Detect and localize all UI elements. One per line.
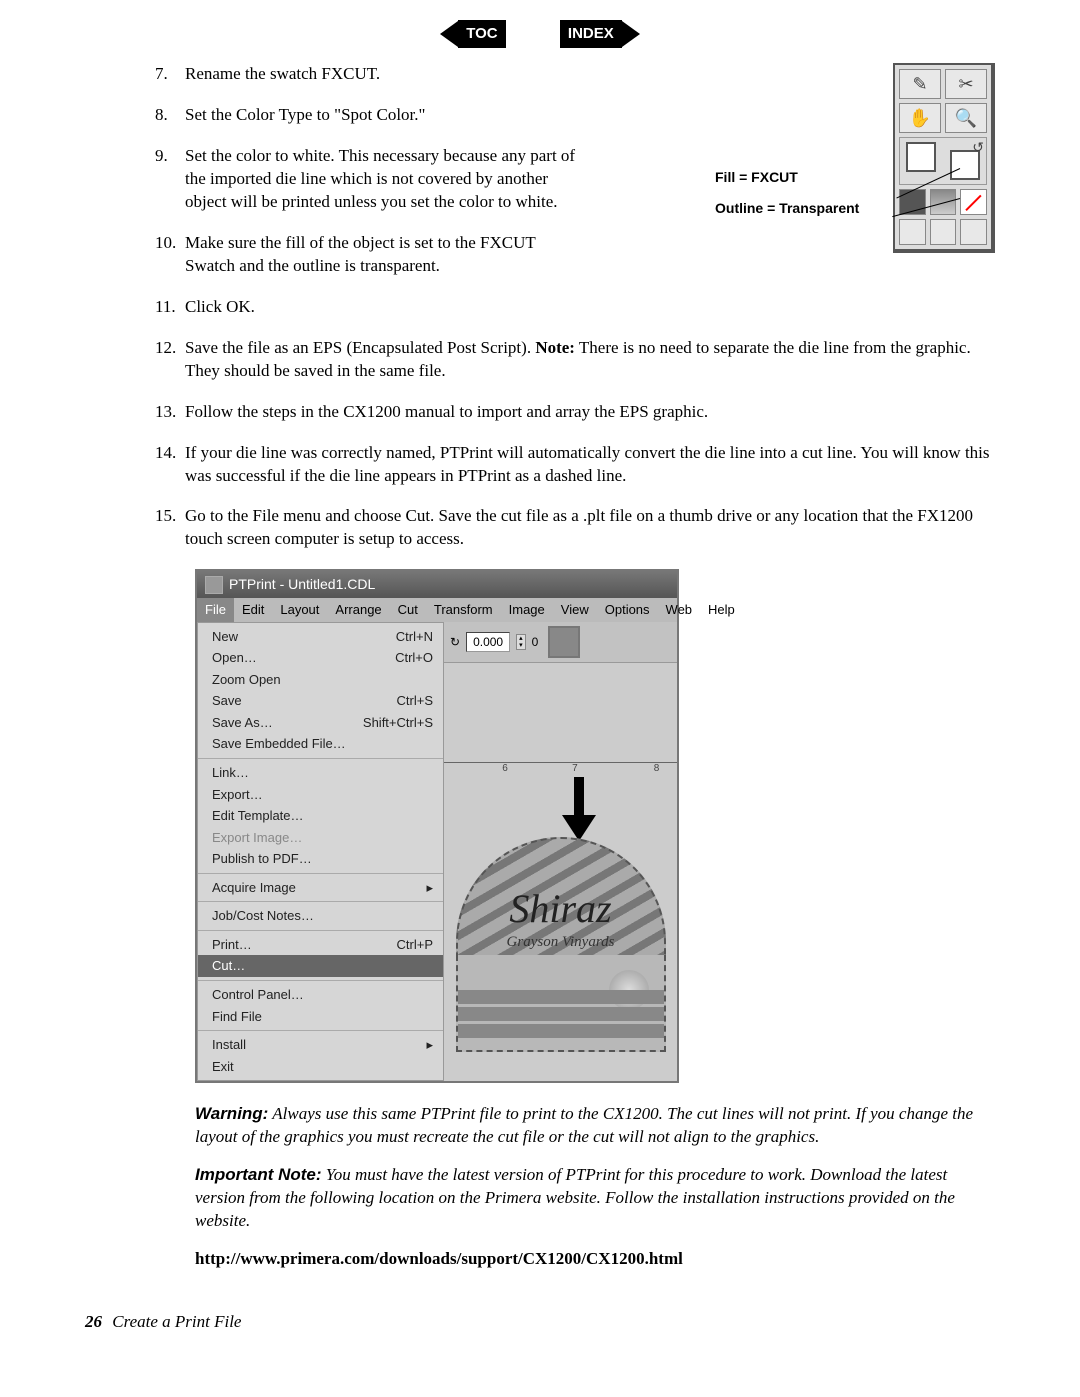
titlebar: PTPrint - Untitled1.CDL [197,571,677,598]
menu-item-open[interactable]: Open…Ctrl+O [198,647,443,669]
hand-icon: ✋ [899,103,941,133]
step-number: 10. [155,232,185,255]
step-number: 15. [155,505,185,528]
zero-label: 0 [532,634,539,650]
menu-options[interactable]: Options [597,598,658,622]
rotate-field[interactable]: 0.000 [466,632,510,652]
menu-item-acquire-image[interactable]: Acquire Image▸ [198,877,443,899]
menu-arrange[interactable]: Arrange [327,598,389,622]
menu-item-cut[interactable]: Cut… [198,955,443,977]
step-8: 8. Set the Color Type to "Spot Color." [155,104,710,127]
menu-image[interactable]: Image [501,598,553,622]
step-number: 7. [155,63,185,86]
menu-item-new[interactable]: NewCtrl+N [198,626,443,648]
step-14: 14. If your die line was correctly named… [155,442,995,488]
step-number: 11. [155,296,185,319]
step-text: Make sure the fill of the object is set … [185,232,585,278]
page-number: 26 [85,1312,102,1331]
top-nav: TOC INDEX [85,20,995,48]
warning-note: Warning: Always use this same PTPrint fi… [195,1103,995,1149]
ruler: 6 7 8 [444,762,677,777]
step-text: If your die line was correctly named, PT… [185,442,995,488]
menu-item-job-cost[interactable]: Job/Cost Notes… [198,905,443,927]
step-text: Follow the steps in the CX1200 manual to… [185,401,995,424]
download-url: http://www.primera.com/downloads/support… [195,1248,995,1271]
toc-button[interactable]: TOC [458,20,505,48]
mode-icon [899,219,926,245]
step-text: Set the Color Type to "Spot Color." [185,104,710,127]
none-icon [960,189,987,215]
menu-item-link[interactable]: Link… [198,762,443,784]
menu-item-edit-template[interactable]: Edit Template… [198,805,443,827]
step-number: 12. [155,337,185,360]
rotate-icon: ↻ [450,634,460,650]
ptprint-screenshot: PTPrint - Untitled1.CDL File Edit Layout… [195,569,679,1083]
menu-layout[interactable]: Layout [272,598,327,622]
menu-help[interactable]: Help [700,598,743,622]
menu-item-export[interactable]: Export… [198,784,443,806]
fill-outline-swatch: ↺ [899,137,987,185]
window-title: PTPrint - Untitled1.CDL [229,575,375,594]
menu-cut[interactable]: Cut [390,598,426,622]
step-number: 8. [155,104,185,127]
scissors-icon: ✂ [945,69,987,99]
label-subtitle: Grayson Vinyards [456,932,666,952]
arrow-indicator [564,777,594,842]
property-bar: ↻ 0.000 ▴▾ 0 [444,622,677,663]
step-text: Save the file as an EPS (Encapsulated Po… [185,337,995,383]
step-10: 10. Make sure the fill of the object is … [155,232,710,278]
zoom-icon: 🔍 [945,103,987,133]
step-12: 12. Save the file as an EPS (Encapsulate… [155,337,995,383]
outline-label: Outline = Transparent [715,199,895,218]
step-text: Set the color to white. This necessary b… [185,145,585,214]
canvas-area: ↻ 0.000 ▴▾ 0 6 7 8 Shiraz Grayson Vinyar… [444,622,677,1081]
spinner[interactable]: ▴▾ [516,634,526,650]
menu-item-find-file[interactable]: Find File [198,1006,443,1028]
menu-item-exit[interactable]: Exit [198,1056,443,1078]
menu-item-print[interactable]: Print…Ctrl+P [198,934,443,956]
index-button[interactable]: INDEX [560,20,622,48]
step-9: 9. Set the color to white. This necessar… [155,145,710,214]
app-icon [205,576,223,594]
menu-file[interactable]: File [197,598,234,622]
menubar: File Edit Layout Arrange Cut Transform I… [197,598,677,622]
menu-item-save-as[interactable]: Save As…Shift+Ctrl+S [198,712,443,734]
menu-item-publish-pdf[interactable]: Publish to PDF… [198,848,443,870]
step-text: Rename the swatch FXCUT. [185,63,710,86]
section-title: Create a Print File [112,1312,241,1331]
menu-item-export-image: Export Image… [198,827,443,849]
page-footer: 26 Create a Print File [85,1311,995,1334]
label-title: Shiraz [456,882,666,936]
important-note: Important Note: You must have the latest… [195,1164,995,1233]
menu-item-save[interactable]: SaveCtrl+S [198,690,443,712]
menu-item-zoom-open[interactable]: Zoom Open [198,669,443,691]
menu-item-save-embedded[interactable]: Save Embedded File… [198,733,443,755]
menu-edit[interactable]: Edit [234,598,272,622]
step-15: 15. Go to the File menu and choose Cut. … [155,505,995,551]
color-swatch[interactable] [548,626,580,658]
menu-view[interactable]: View [553,598,597,622]
tool-palette-annotation: ✎ ✂ ✋ 🔍 ↺ Fill = FXCUT Outl [730,63,995,253]
fill-label: Fill = FXCUT [715,168,895,187]
step-number: 14. [155,442,185,465]
step-text: Go to the File menu and choose Cut. Save… [185,505,995,551]
step-13: 13. Follow the steps in the CX1200 manua… [155,401,995,424]
menu-web[interactable]: Web [658,598,701,622]
file-dropdown: NewCtrl+N Open…Ctrl+O Zoom Open SaveCtrl… [197,622,444,1081]
step-11: 11. Click OK. [155,296,995,319]
step-7: 7. Rename the swatch FXCUT. [155,63,710,86]
tool-palette: ✎ ✂ ✋ 🔍 ↺ [893,63,995,253]
mode-icon [960,219,987,245]
step-text: Click OK. [185,296,995,319]
label-preview: Shiraz Grayson Vinyards [449,837,672,1081]
mode-row [899,219,987,245]
step-number: 9. [155,145,185,168]
step-number: 13. [155,401,185,424]
menu-item-install[interactable]: Install▸ [198,1034,443,1056]
mode-icon [930,219,957,245]
menu-transform[interactable]: Transform [426,598,501,622]
pen-tool-icon: ✎ [899,69,941,99]
menu-item-control-panel[interactable]: Control Panel… [198,984,443,1006]
